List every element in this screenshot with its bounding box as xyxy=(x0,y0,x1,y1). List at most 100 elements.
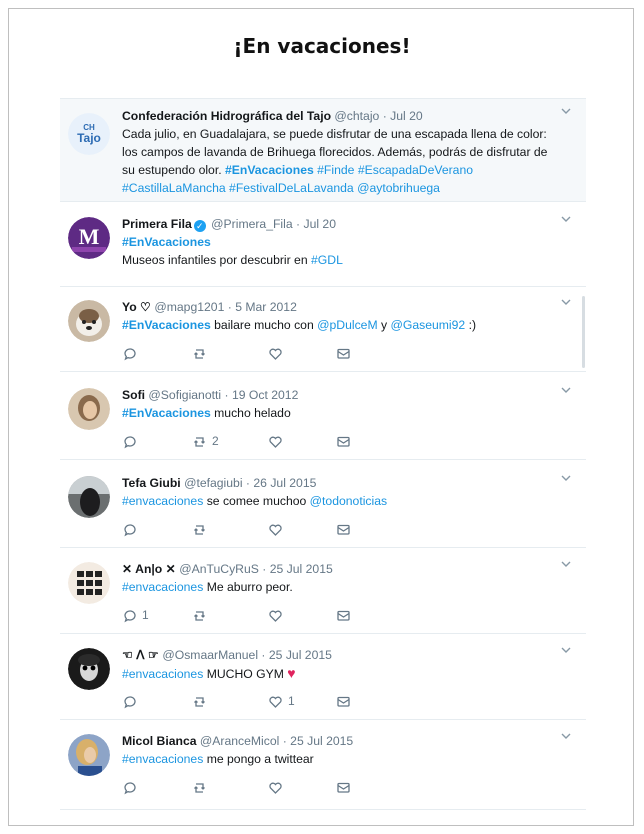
like-icon xyxy=(269,436,282,448)
retweet-button[interactable] xyxy=(192,520,207,538)
tweet-date[interactable]: 25 Jul 2015 xyxy=(270,562,333,576)
hashtag-link[interactable]: #envacaciones xyxy=(122,667,203,681)
hashtag-link[interactable]: #envacaciones xyxy=(122,752,203,766)
tweet-date[interactable]: 26 Jul 2015 xyxy=(253,476,316,490)
tweet-date[interactable]: Jul 20 xyxy=(303,217,336,231)
tweet-date[interactable]: Jul 20 xyxy=(390,109,423,123)
tweet-header: Micol Bianca @AranceMicol · 25 Jul 2015 xyxy=(122,732,566,750)
dm-button[interactable] xyxy=(336,692,351,710)
dm-button[interactable] xyxy=(336,344,351,362)
heart-emoji: ♥ xyxy=(287,665,296,681)
reply-button[interactable] xyxy=(122,692,137,710)
hashtag-link[interactable]: #envacaciones xyxy=(122,580,203,594)
tweet-text-line: Cada julio, en Guadalajara, se puede dis… xyxy=(122,125,566,143)
retweet-button[interactable] xyxy=(192,692,207,710)
author-name[interactable]: Micol Bianca xyxy=(122,734,197,748)
author-handle[interactable]: @OsmaarManuel xyxy=(162,648,258,662)
retweet-icon xyxy=(194,524,205,535)
hashtag-link[interactable]: #Finde xyxy=(317,163,354,177)
author-handle[interactable]: @AnTuCyRuS xyxy=(179,562,259,576)
mention-link[interactable]: @Gaseumi92 xyxy=(390,318,465,332)
author-handle[interactable]: @Primera_Fila xyxy=(211,217,292,231)
direct-message-icon xyxy=(337,782,350,793)
svg-text:M: M xyxy=(79,224,100,249)
author-name[interactable]: ✕ An|o ✕ xyxy=(122,562,176,576)
hashtag-link[interactable]: #EnVacaciones xyxy=(225,163,314,177)
reply-button[interactable] xyxy=(122,344,137,362)
tweet-text-line: #CastillaLaMancha #FestivalDeLaLavanda @… xyxy=(122,179,566,197)
tweet-text-line: #EnVacaciones xyxy=(122,233,566,251)
tweet[interactable]: CH Tajo Confederación Hidrográfica del Taj… xyxy=(60,98,586,202)
mention-link[interactable]: @aytobrihuega xyxy=(357,181,440,195)
tweet-date[interactable]: 5 Mar 2012 xyxy=(235,300,297,314)
tweet-text-line: #envacaciones se comee muchoo @todonotic… xyxy=(122,492,566,510)
tweet-body: ✕ An|o ✕ @AnTuCyRuS · 25 Jul 2015 #envaca… xyxy=(122,560,566,596)
hashtag-link[interactable]: #CastillaLaMancha xyxy=(122,181,226,195)
dm-button[interactable] xyxy=(336,432,351,450)
mention-link[interactable]: @pDulceM xyxy=(317,318,377,332)
avatar[interactable] xyxy=(68,476,110,518)
avatar[interactable] xyxy=(68,388,110,430)
retweet-button[interactable]: 2 xyxy=(192,432,219,450)
retweet-button[interactable] xyxy=(192,344,207,362)
author-name[interactable]: Confederación Hidrográfica del Tajo xyxy=(122,109,331,123)
tweet[interactable]: Tefa Giubi @tefagiubi · 26 Jul 2015 #enva… xyxy=(60,466,586,548)
author-handle[interactable]: @AranceMicol xyxy=(200,734,279,748)
author-handle[interactable]: @mapg1201 xyxy=(154,300,224,314)
like-button[interactable] xyxy=(268,520,283,538)
avatar[interactable] xyxy=(68,300,110,342)
dm-button[interactable] xyxy=(336,778,351,796)
avatar[interactable] xyxy=(68,562,110,604)
author-name[interactable]: Tefa Giubi xyxy=(122,476,181,490)
hashtag-link[interactable]: #EnVacaciones xyxy=(122,406,211,420)
hashtag-link[interactable]: #GDL xyxy=(311,253,343,267)
author-handle[interactable]: @chtajo xyxy=(334,109,379,123)
author-handle[interactable]: @tefagiubi xyxy=(184,476,242,490)
hashtag-link[interactable]: #EnVacaciones xyxy=(122,235,211,249)
scrollbar[interactable] xyxy=(582,296,585,368)
separator: · xyxy=(379,109,391,123)
reply-button[interactable] xyxy=(122,520,137,538)
hashtag-link[interactable]: #envacaciones xyxy=(122,494,203,508)
tweet[interactable]: Sofi @Sofigianotti · 19 Oct 2012 #EnVacac… xyxy=(60,378,586,460)
like-button[interactable] xyxy=(268,344,283,362)
tweet-text-line: #envacaciones MUCHO GYM ♥ xyxy=(122,664,566,683)
hashtag-link[interactable]: #FestivalDeLaLavanda xyxy=(229,181,354,195)
like-button[interactable]: 1 xyxy=(268,692,295,710)
tweet-text: su estupendo olor. xyxy=(122,163,225,177)
tweet[interactable]: Micol Bianca @AranceMicol · 25 Jul 2015 #… xyxy=(60,724,586,810)
retweet-button[interactable] xyxy=(192,606,207,624)
reply-button[interactable] xyxy=(122,432,137,450)
dm-button[interactable] xyxy=(336,606,351,624)
svg-text:Tajo: Tajo xyxy=(77,131,101,145)
retweet-button[interactable] xyxy=(192,778,207,796)
hashtag-link[interactable]: #EscapadaDeVerano xyxy=(358,163,473,177)
mention-link[interactable]: @todonoticias xyxy=(310,494,387,508)
tweet[interactable]: Yo ♡ @mapg1201 · 5 Mar 2012 #EnVacaciones… xyxy=(60,290,586,372)
dm-button[interactable] xyxy=(336,520,351,538)
reply-icon xyxy=(124,347,136,360)
avatar[interactable] xyxy=(68,648,110,690)
tweet-date[interactable]: 25 Jul 2015 xyxy=(269,648,332,662)
author-name[interactable]: ☜ ᐱ ☞ xyxy=(122,648,159,662)
hashtag-link[interactable]: #EnVacaciones xyxy=(122,318,211,332)
like-button[interactable] xyxy=(268,606,283,624)
tweet-date[interactable]: 19 Oct 2012 xyxy=(232,388,298,402)
tweet[interactable]: M Primera Fila ✓ @Primera_Fila · Jul 20 #En… xyxy=(60,207,586,287)
reply-button[interactable]: 1 xyxy=(122,606,149,624)
like-button[interactable] xyxy=(268,778,283,796)
author-handle[interactable]: @Sofigianotti xyxy=(148,388,221,402)
tweet-date[interactable]: 25 Jul 2015 xyxy=(290,734,353,748)
like-button[interactable] xyxy=(268,432,283,450)
author-name[interactable]: Primera Fila xyxy=(122,217,192,231)
tweet[interactable]: ☜ ᐱ ☞ @OsmaarManuel · 25 Jul 2015 #envaca… xyxy=(60,638,586,720)
author-name[interactable]: Yo ♡ xyxy=(122,300,151,314)
tweet[interactable]: ✕ An|o ✕ @AnTuCyRuS · 25 Jul 2015 #envaca… xyxy=(60,552,586,634)
retweet-count: 2 xyxy=(212,434,219,448)
avatar[interactable] xyxy=(68,734,110,776)
author-name[interactable]: Sofi xyxy=(122,388,145,402)
tweet-text-line: #envacaciones Me aburro peor. xyxy=(122,578,566,596)
avatar[interactable]: M xyxy=(68,217,110,259)
avatar[interactable]: CH Tajo xyxy=(68,113,110,155)
reply-button[interactable] xyxy=(122,778,137,796)
